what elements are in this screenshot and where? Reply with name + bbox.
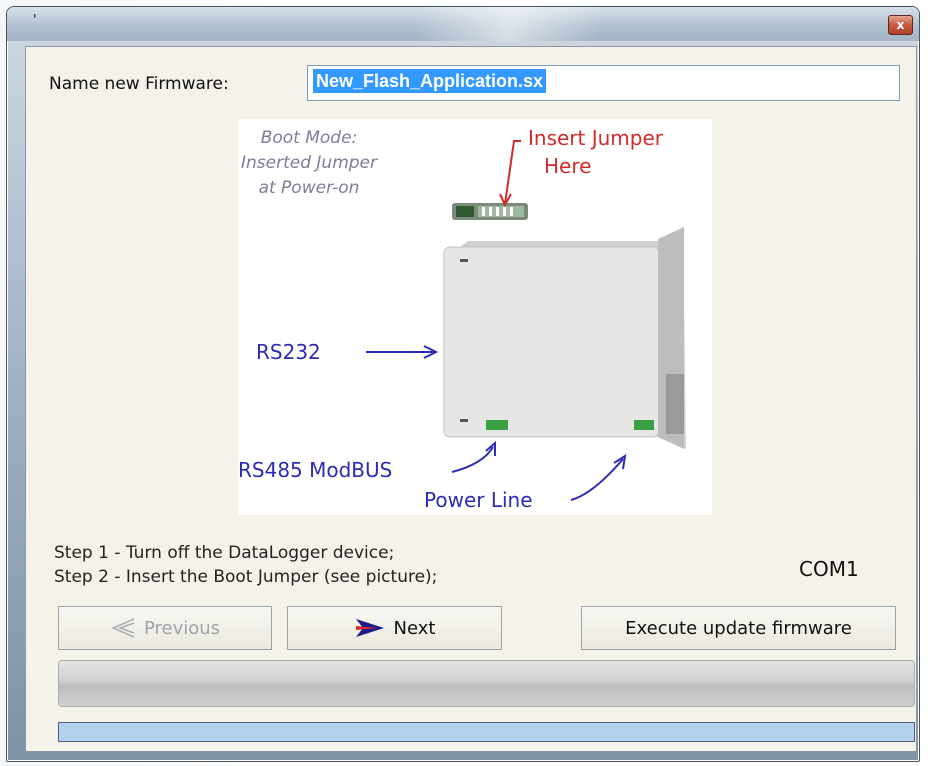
close-button[interactable]: x: [888, 15, 913, 35]
com-port-label: COM1: [799, 557, 859, 581]
progress-fill: [59, 723, 914, 741]
datalogger-device-icon: [443, 227, 686, 449]
arrow-right-icon: [355, 619, 384, 637]
insert-jumper-line1: Insert Jumper: [528, 126, 664, 150]
execute-update-firmware-button[interactable]: Execute update firmware: [581, 606, 896, 650]
rs232-label: RS232: [256, 340, 321, 364]
dialog-client-area: Name new Firmware: New_Flash_Application…: [25, 46, 917, 752]
instructions: Step 1 - Turn off the DataLogger device;…: [54, 541, 437, 589]
previous-button[interactable]: Previous: [58, 606, 272, 650]
boot-mode-line3: at Power-on: [259, 178, 360, 198]
previous-label: Previous: [143, 617, 221, 639]
status-bar-panel: [58, 660, 915, 707]
step-2-text: Step 2 - Insert the Boot Jumper (see pic…: [54, 567, 438, 587]
window-title: ': [33, 13, 37, 28]
execute-label: Execute update firmware: [625, 617, 852, 639]
boot-mode-line1: Boot Mode:: [261, 128, 358, 148]
rs485-label: RS485 ModBUS: [238, 458, 392, 482]
firmware-name-value: New_Flash_Application.sx: [313, 69, 547, 93]
jumper-icon: [452, 203, 528, 220]
insert-jumper-line2: Here: [544, 154, 591, 178]
arrow-left-icon: [111, 618, 135, 638]
boot-mode-line2: Inserted Jumper: [241, 153, 378, 173]
step-1-text: Step 1 - Turn off the DataLogger device;: [54, 543, 395, 563]
power-line-label: Power Line: [424, 488, 533, 512]
firmware-name-input[interactable]: New_Flash_Application.sx: [307, 65, 900, 101]
firmware-name-label: Name new Firmware:: [49, 74, 229, 94]
device-illustration: Boot Mode: Inserted Jumper at Power-on I…: [238, 126, 686, 512]
close-icon: x: [896, 18, 905, 32]
device-picture: Boot Mode: Inserted Jumper at Power-on I…: [238, 119, 712, 515]
progress-bar: [58, 722, 915, 742]
next-button[interactable]: Next: [287, 606, 502, 650]
firmware-update-dialog: ' x Name new Firmware: New_Flash_Applica…: [6, 6, 920, 762]
next-label: Next: [393, 617, 436, 639]
title-bar[interactable]: ' x: [7, 7, 919, 41]
